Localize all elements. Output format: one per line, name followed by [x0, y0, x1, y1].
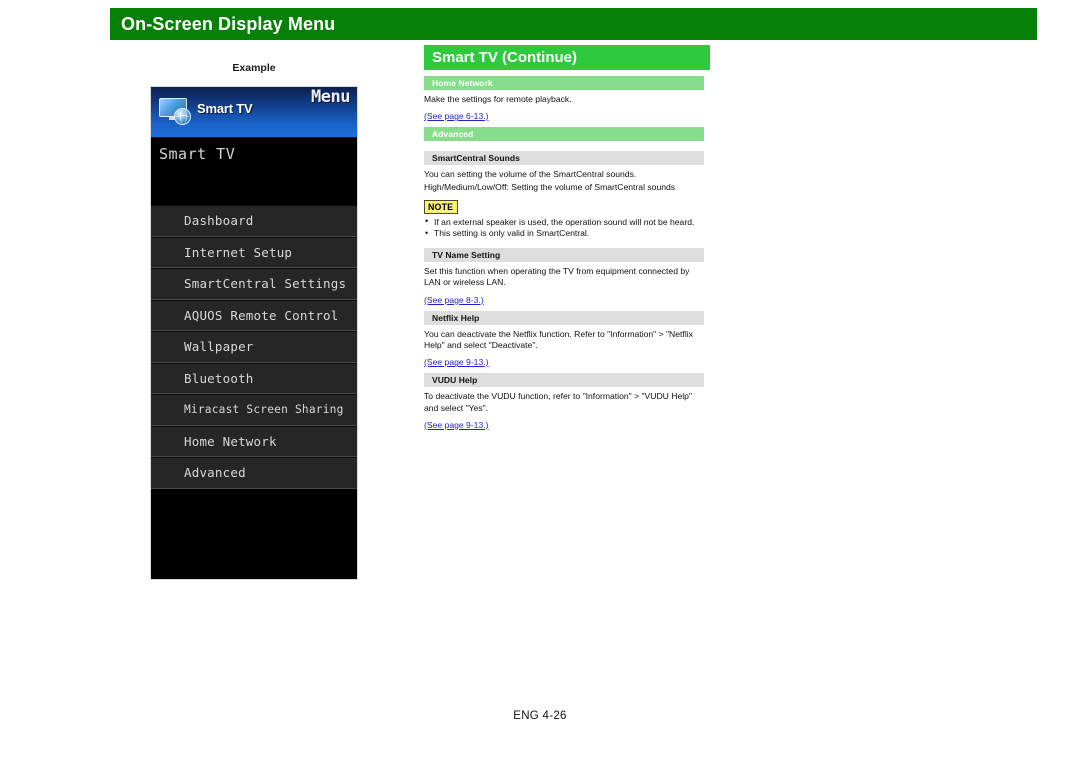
example-label: Example [232, 62, 276, 74]
subsection-header-smartcentral-sounds: SmartCentral Sounds [424, 151, 704, 166]
note-badge: NOTE [424, 199, 459, 214]
home-network-page-link[interactable]: (See page 6-13.) [424, 111, 489, 122]
vudu-help-body: To deactivate the VUDU function, refer t… [424, 391, 692, 413]
tv-menu-item-wallpaper[interactable]: Wallpaper [151, 331, 357, 363]
section-title-bar: Smart TV (Continue) [424, 45, 710, 70]
tv-menu-item-label: Advanced [184, 465, 246, 481]
tv-name-setting-body: Set this function when operating the TV … [424, 266, 690, 288]
tv-menu-item-home-network[interactable]: Home Network [151, 425, 357, 457]
subsection-header-label: Home Network [432, 78, 493, 88]
tv-menu-item-dashboard[interactable]: Dashboard [151, 205, 357, 237]
tv-menu-header: Smart TV Menu [151, 87, 357, 138]
tv-menu-list: Dashboard Internet Setup SmartCentral Se… [151, 205, 357, 489]
tv-menu-item-label: AQUOS Remote Control [184, 307, 339, 323]
tv-menu-item-label: Bluetooth [184, 370, 254, 386]
content-column: Smart TV (Continue) Home Network Make th… [424, 45, 710, 436]
note-list-item: If an external speaker is used, the oper… [424, 216, 702, 228]
subsection-header-vudu-help: VUDU Help [424, 373, 704, 388]
section-title-text: Smart TV (Continue) [432, 49, 577, 66]
note-list: If an external speaker is used, the oper… [424, 216, 710, 239]
netflix-help-page-link[interactable]: (See page 9-13.) [424, 357, 489, 368]
subsection-header-label: Netflix Help [432, 312, 480, 323]
vudu-help-page-link[interactable]: (See page 9-13.) [424, 420, 489, 431]
subsection-header-label: Advanced [432, 129, 474, 140]
subsection-header-advanced: Advanced [424, 127, 704, 142]
example-column: Example Smart TV Menu Smart TV Dashboard… [150, 62, 358, 580]
note-block: NOTE If an external speaker is used, the… [424, 194, 710, 239]
subsection-header-home-network: Home Network [424, 76, 704, 90]
tv-menu-item-miracast-screen-sharing[interactable]: Miracast Screen Sharing [151, 394, 357, 426]
tv-osd-screenshot: Smart TV Menu Smart TV Dashboard Interne… [150, 86, 358, 580]
tv-header-menu-label: Menu [311, 87, 350, 107]
subsection-header-netflix-help: Netflix Help [424, 310, 704, 325]
tv-menu-item-label: Dashboard [184, 213, 254, 229]
netflix-help-body: You can deactivate the Netflix function.… [424, 328, 693, 351]
page-footer-text: ENG 4-26 [513, 710, 567, 722]
page-footer: ENG 4-26 [0, 706, 1080, 724]
smartcentral-sounds-body-1: You can setting the volume of the SmartC… [424, 169, 637, 180]
page-banner: On-Screen Display Menu [110, 8, 1037, 40]
tv-menu-empty-area [151, 488, 357, 553]
tv-header-app-label: Smart TV [197, 101, 253, 116]
subsection-header-tv-name-setting: TV Name Setting [424, 248, 704, 263]
tv-menu-item-label: Wallpaper [184, 339, 254, 355]
note-list-item: This setting is only valid in SmartCentr… [424, 228, 702, 239]
tv-name-setting-page-link[interactable]: (See page 8-3.) [424, 295, 484, 306]
home-network-body: Make the settings for remote playback. [424, 94, 572, 104]
tv-menu-item-label: SmartCentral Settings [184, 276, 347, 292]
tv-screen-title: Smart TV [151, 138, 357, 205]
page-title: On-Screen Display Menu [121, 13, 336, 34]
smart-tv-monitor-globe-icon [159, 96, 193, 126]
tv-screen-title-text: Smart TV [159, 145, 236, 163]
tv-menu-item-label: Home Network [184, 433, 277, 449]
subsection-header-label: SmartCentral Sounds [432, 153, 520, 164]
smartcentral-sounds-body-2: High/Medium/Low/Off: Setting the volume … [424, 181, 676, 192]
tv-menu-item-bluetooth[interactable]: Bluetooth [151, 362, 357, 394]
tv-menu-item-smartcentral-settings[interactable]: SmartCentral Settings [151, 268, 357, 300]
tv-menu-item-advanced[interactable]: Advanced [151, 457, 357, 489]
globe-shape [174, 108, 191, 125]
tv-menu-item-aquos-remote-control[interactable]: AQUOS Remote Control [151, 299, 357, 331]
subsection-header-label: VUDU Help [432, 375, 478, 386]
tv-menu-item-label: Miracast Screen Sharing [184, 403, 344, 417]
tv-menu-item-internet-setup[interactable]: Internet Setup [151, 236, 357, 268]
subsection-header-label: TV Name Setting [432, 250, 501, 261]
tv-menu-item-label: Internet Setup [184, 244, 293, 260]
